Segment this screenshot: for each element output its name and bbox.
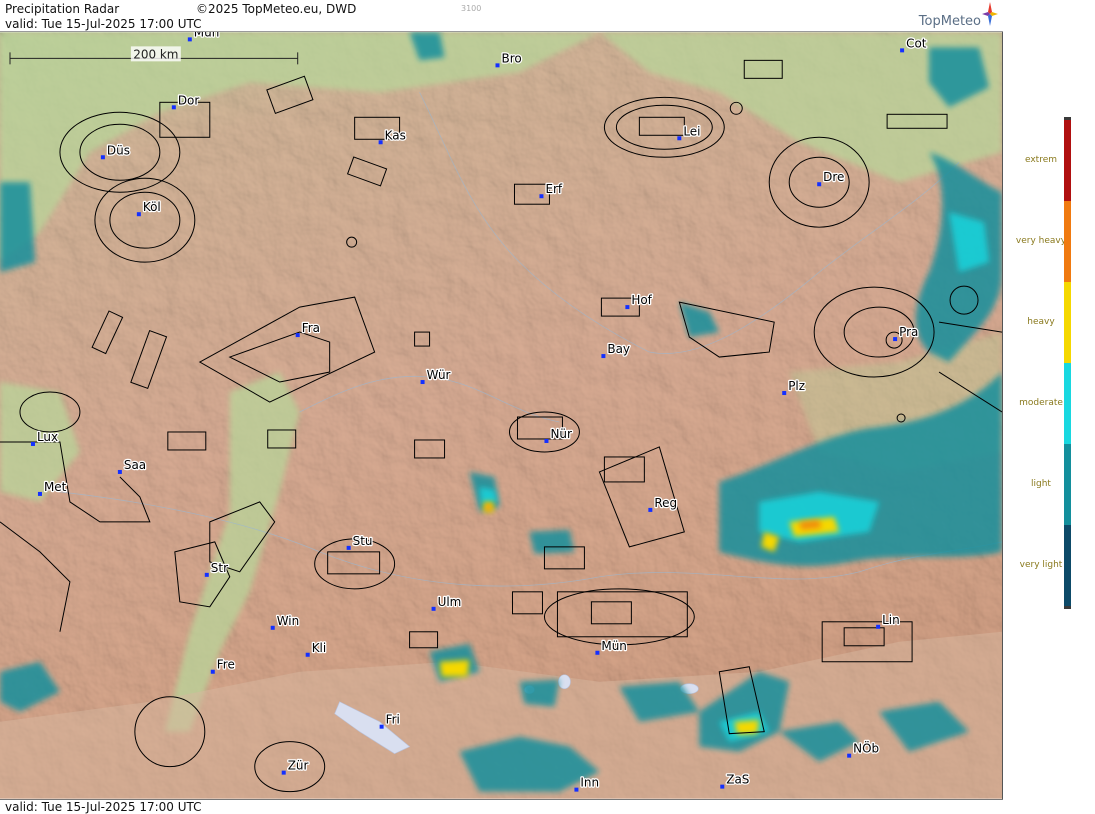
city-marker (544, 438, 549, 443)
city-label: Pra (899, 325, 918, 339)
city-label: Lin (882, 613, 900, 627)
city-label: Ulm (438, 595, 462, 609)
city-label: Düs (107, 143, 130, 157)
city-marker (187, 37, 192, 42)
city-label: Win (277, 614, 299, 628)
city-marker (677, 136, 682, 141)
map-title: Precipitation Radar (5, 2, 120, 16)
city-marker (601, 354, 606, 359)
city-label: Saa (124, 458, 146, 472)
city-marker (305, 652, 310, 657)
city-label: Zür (288, 759, 309, 773)
city-marker (720, 784, 725, 789)
city-marker (37, 491, 42, 496)
city-marker (431, 606, 436, 611)
legend-swatch (1064, 201, 1071, 282)
valid-time: valid: Tue 15-Jul-2025 17:00 UTC (5, 17, 202, 31)
footer-valid-time: valid: Tue 15-Jul-2025 17:00 UTC (5, 800, 202, 814)
city-label: Str (211, 561, 228, 575)
city-label: Fri (386, 713, 400, 727)
city-marker (847, 753, 852, 758)
city-label: Fra (302, 321, 320, 335)
legend-swatch (1064, 282, 1071, 363)
city-marker (893, 337, 898, 342)
city-marker (539, 194, 544, 199)
city-label: Kli (312, 641, 327, 655)
city-marker (270, 625, 275, 630)
map-code: 3100 (461, 4, 482, 13)
city-label: Cot (906, 36, 927, 50)
city-marker (204, 572, 209, 577)
city-label: Dre (823, 170, 844, 184)
radar-map[interactable]: 200 km Mün Bro Cot Dor Kas Lei Düs Erf Dre Köl Hof… (0, 32, 1003, 799)
city-marker (495, 63, 500, 68)
city-marker (30, 441, 35, 446)
city-label: Erf (545, 182, 562, 196)
city-label: Hof (631, 293, 652, 307)
compass-logo-icon (982, 2, 998, 26)
city-label: Bay (607, 342, 630, 356)
city-marker (595, 650, 600, 655)
legend-swatch (1064, 363, 1071, 444)
city-marker (900, 48, 905, 53)
city-marker (117, 469, 122, 474)
city-label: Köl (143, 200, 161, 214)
city-marker (378, 140, 383, 145)
city-label: Bro (501, 51, 521, 65)
city-label: Met (44, 480, 67, 494)
city-label: ZaS (726, 773, 749, 787)
city-label: Reg (654, 496, 677, 510)
city-label: Lux (37, 430, 58, 444)
city-marker (817, 182, 822, 187)
city-label: Dor (178, 93, 200, 107)
city-label: Wür (427, 368, 451, 382)
topmeteo-logo: TopMeteo (918, 14, 981, 29)
city-label: Inn (580, 776, 599, 790)
city-label: Mün (194, 32, 220, 39)
legend-swatch (1064, 444, 1071, 525)
precip-legend: extrem very heavy heavy moderate light very l… (1004, 0, 1095, 814)
city-label: Plz (788, 379, 805, 393)
legend-swatch (1064, 525, 1071, 606)
copyright-text: ©2025 TopMeteo.eu, DWD (196, 2, 357, 16)
city-marker (648, 507, 653, 512)
city-marker (876, 624, 881, 629)
city-label: Nür (550, 427, 572, 441)
city-marker (420, 380, 425, 385)
city-marker (295, 333, 300, 338)
city-marker (210, 669, 215, 674)
city-marker (136, 212, 141, 217)
legend-swatch (1064, 120, 1071, 201)
map-footer: valid: Tue 15-Jul-2025 17:00 UTC (0, 799, 1003, 814)
city-marker (281, 770, 286, 775)
city-marker (100, 155, 105, 160)
city-marker (379, 724, 384, 729)
city-label: Lei (683, 124, 700, 138)
map-header: Precipitation Radar ©2025 TopMeteo.eu, D… (0, 0, 1003, 32)
city-label: Kas (385, 128, 406, 142)
legend-cap-top (1064, 117, 1071, 120)
city-marker (782, 391, 787, 396)
city-label: Fre (217, 658, 235, 672)
city-label: Stu (353, 534, 373, 548)
city-marker (346, 545, 351, 550)
scale-label: 200 km (133, 47, 178, 61)
legend-cap-bottom (1064, 606, 1071, 609)
city-marker (171, 105, 176, 110)
city-label: NÖb (853, 740, 879, 756)
city-label: Mün (601, 639, 627, 653)
city-marker (625, 305, 630, 310)
city-marker (574, 787, 579, 792)
